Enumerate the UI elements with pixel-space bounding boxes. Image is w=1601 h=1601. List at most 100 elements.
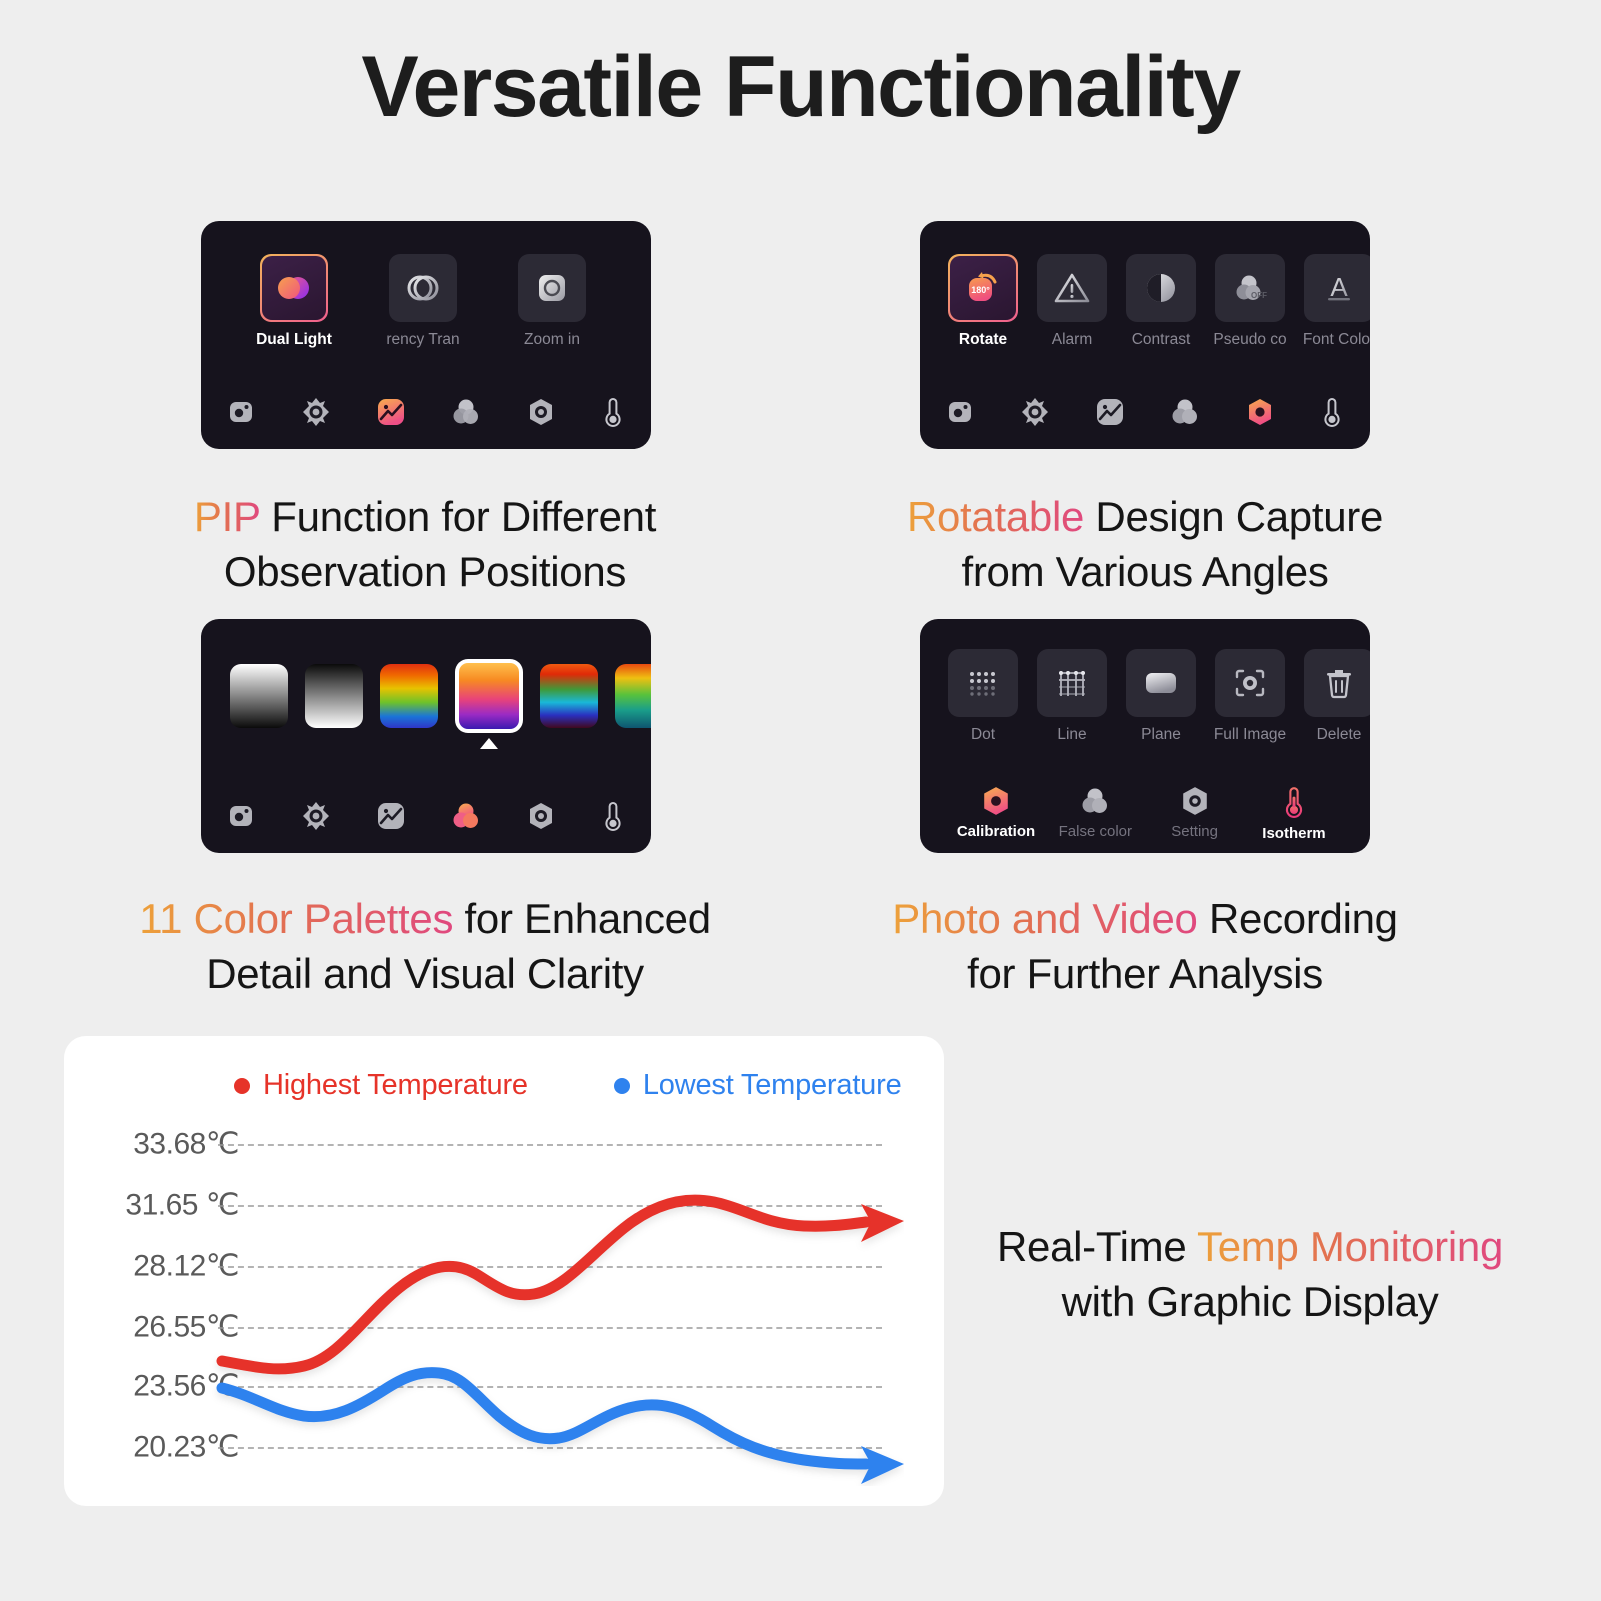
caption-highlight: Temp Monitoring — [1197, 1223, 1504, 1270]
nav-calibration[interactable]: Calibration — [948, 786, 1044, 840]
nav-camera[interactable] — [946, 398, 974, 426]
caption-pip: PIP Function for Different Observation P… — [100, 490, 750, 599]
svg-text:180°: 180° — [971, 285, 990, 295]
tile-line[interactable]: Line — [1037, 649, 1107, 744]
caption-highlight: Photo and Video — [892, 895, 1198, 942]
swatch-white-hot[interactable] — [230, 664, 288, 728]
nav-false-color[interactable] — [1170, 397, 1200, 427]
nav-camera[interactable] — [227, 398, 255, 426]
dual-circles-icon — [278, 277, 309, 299]
nav-target[interactable] — [301, 397, 331, 427]
palette-swatch-row — [230, 659, 651, 749]
tile-dot[interactable]: Dot — [948, 649, 1018, 744]
tile-font-color[interactable]: A Font Color — [1302, 254, 1370, 349]
tile-label: Delete — [1316, 726, 1362, 743]
swatch-selected-caret — [480, 738, 498, 749]
thermometer-icon — [1324, 397, 1340, 427]
nav-false-color[interactable] — [451, 801, 481, 831]
thermometer-icon — [605, 801, 621, 831]
svg-text:OFF: OFF — [1251, 291, 1267, 300]
target-icon — [303, 802, 329, 830]
caption-prefix: Real-Time — [996, 1223, 1198, 1270]
tile-delete[interactable]: Delete — [1304, 649, 1370, 744]
nav-chart-image[interactable] — [377, 398, 405, 426]
tile-zoom-in[interactable]: Zoom in — [516, 254, 588, 349]
legend-label: Lowest Temperature — [642, 1069, 902, 1101]
tile-label: Font Color — [1302, 331, 1370, 348]
tile-plane[interactable]: Plane — [1126, 649, 1196, 744]
panel-rotate: 180° Rotate Alarm Contrast OFF Pseudo co… — [920, 221, 1370, 449]
swatch-rainbow-hc[interactable] — [615, 664, 651, 728]
nav-label: Setting — [1171, 823, 1218, 840]
dot-grid-icon — [970, 672, 995, 696]
chart-image-icon — [378, 803, 404, 829]
tile-label: Line — [1057, 726, 1087, 743]
nav-thermometer[interactable] — [601, 397, 625, 427]
recording-navbar: Calibration False color Setting Isotherm — [948, 786, 1342, 842]
temp-chart-card: Highest Temperature Lowest Temperature 3… — [64, 1036, 944, 1506]
tile-full-image[interactable]: Full Image — [1213, 649, 1287, 744]
swatch-fusion-selected[interactable] — [455, 659, 523, 749]
camera-icon — [949, 402, 971, 422]
trash-icon — [1327, 670, 1351, 699]
caption-line2: from Various Angles — [961, 547, 1329, 595]
series-highest-line — [216, 1194, 872, 1375]
rotate-navbar — [946, 397, 1344, 427]
tile-label: Alarm — [1051, 331, 1093, 348]
caption-rest: Recording — [1197, 895, 1398, 942]
pseudo-color-off-icon: OFF — [1236, 275, 1267, 300]
nav-camera[interactable] — [227, 802, 255, 830]
nav-chart-image[interactable] — [1096, 398, 1124, 426]
tile-transparency[interactable]: rency Tran — [386, 254, 460, 349]
legend-item-highest: Highest Temperature — [234, 1069, 528, 1102]
nav-false-color[interactable]: False color — [1047, 786, 1143, 840]
caption-rest: Function for Different — [259, 493, 657, 540]
contrast-icon — [1147, 274, 1175, 302]
tile-rotate[interactable]: 180° Rotate — [948, 254, 1018, 349]
false-color-icon — [453, 803, 478, 828]
caption-line2: Detail and Visual Clarity — [206, 949, 644, 997]
zoom-in-icon — [539, 275, 565, 301]
nav-setting[interactable] — [527, 398, 555, 426]
nav-target[interactable] — [301, 801, 331, 831]
caption-highlight: 11 Color Palettes — [139, 895, 454, 942]
caption-highlight: Rotatable — [906, 493, 1085, 540]
caption-rest: for Enhanced — [453, 895, 712, 942]
plane-rect-icon — [1146, 673, 1176, 693]
nav-label: Calibration — [956, 823, 1036, 840]
false-color-icon — [453, 399, 478, 424]
nav-isotherm[interactable]: Isotherm — [1246, 786, 1342, 842]
nav-setting[interactable]: Setting — [1147, 786, 1243, 840]
page-title: Versatile Functionality — [361, 39, 1241, 135]
nav-chart-image[interactable] — [377, 802, 405, 830]
nav-label: False color — [1058, 823, 1132, 840]
tile-contrast[interactable]: Contrast — [1126, 254, 1196, 349]
temp-chart-plot — [216, 1194, 904, 1484]
swatch-ironbow-rainbow[interactable] — [540, 664, 598, 728]
series-lowest-line — [216, 1367, 872, 1470]
legend-item-lowest: Lowest Temperature — [613, 1069, 902, 1102]
swatch-black-hot[interactable] — [305, 664, 363, 728]
caption-palettes: 11 Color Palettes for Enhanced Detail an… — [100, 892, 750, 1001]
svg-text:A: A — [1330, 272, 1348, 302]
tile-pseudo-color[interactable]: OFF Pseudo co — [1213, 254, 1287, 349]
tile-label: rency Tran — [386, 331, 460, 348]
setting-icon — [1182, 787, 1207, 815]
thermometer-icon — [605, 397, 621, 427]
tile-label: Full Image — [1213, 726, 1287, 743]
camera-icon — [230, 806, 252, 826]
nav-false-color[interactable] — [451, 397, 481, 427]
recording-tile-row: Dot Line Plane Full Image Delete — [948, 649, 1370, 744]
setting-icon — [530, 803, 552, 829]
caption-recording: Photo and Video Recording for Further An… — [820, 892, 1470, 1001]
tile-alarm[interactable]: Alarm — [1037, 254, 1107, 349]
nav-thermometer[interactable] — [1320, 397, 1344, 427]
nav-thermometer[interactable] — [601, 801, 625, 831]
chart-image-icon — [378, 399, 404, 425]
swatch-rainbow[interactable] — [380, 664, 438, 728]
tile-dual-light[interactable]: Dual Light — [256, 254, 332, 349]
nav-calibration[interactable] — [1246, 398, 1274, 426]
nav-target[interactable] — [1020, 397, 1050, 427]
tile-label: Pseudo co — [1213, 331, 1287, 348]
nav-setting[interactable] — [527, 802, 555, 830]
